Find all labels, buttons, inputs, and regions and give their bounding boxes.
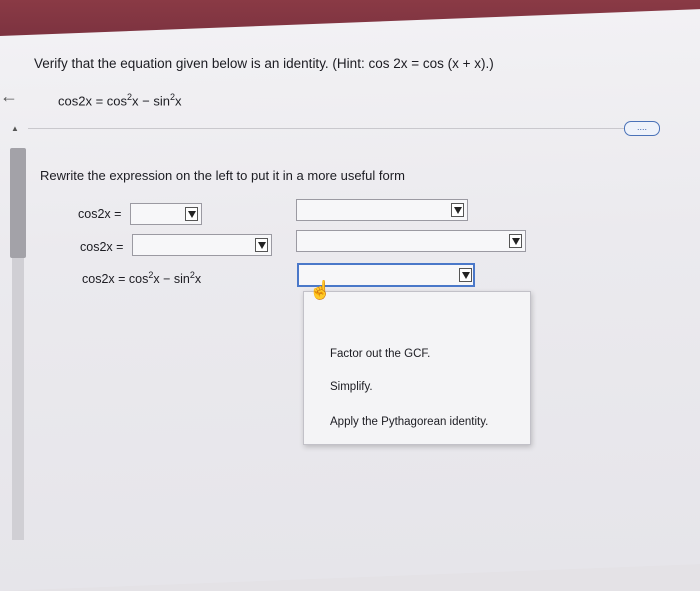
chevron-down-icon[interactable]	[459, 268, 472, 282]
chevron-down-icon[interactable]	[451, 203, 464, 217]
hand-cursor-icon: ☝	[309, 280, 332, 300]
scrollbar-thumb[interactable]	[10, 148, 26, 258]
eq-term1: cos	[106, 93, 128, 109]
eq-term2-var: x	[175, 93, 182, 109]
eq-minus: −	[138, 93, 154, 109]
row2-expression-dropdown[interactable]	[132, 234, 272, 256]
eq-sign: =	[91, 93, 107, 109]
row2-label: cos2x =	[80, 240, 124, 254]
chevron-down-icon[interactable]	[509, 234, 522, 248]
row1-label: cos2x =	[78, 207, 122, 221]
option-simplify[interactable]: Simplify.	[330, 381, 373, 393]
given-equation: cos2x = cos2x − sin2x	[58, 92, 182, 108]
row1-reason-dropdown[interactable]	[296, 199, 468, 221]
dropdown-menu: Factor out the GCF. Simplify. Apply the …	[303, 291, 531, 445]
row2-reason-dropdown[interactable]	[296, 230, 526, 252]
scroll-track[interactable]	[12, 250, 24, 540]
eq-lhs: cos2x	[58, 93, 92, 109]
row3-term2-var: x	[194, 272, 202, 287]
chevron-down-icon[interactable]	[255, 238, 268, 252]
row3-term1: cos	[128, 272, 149, 287]
scroll-up-icon[interactable]: ▲	[11, 124, 19, 133]
row1-expression-dropdown[interactable]	[130, 203, 202, 225]
section-divider	[28, 128, 628, 129]
row3-equation: cos2x = cos2x − sin2x	[82, 270, 201, 286]
option-pythagorean[interactable]: Apply the Pythagorean identity.	[330, 416, 488, 428]
row3-term2: sin	[173, 272, 190, 287]
row3-lhs: cos2x =	[82, 272, 129, 287]
row3-minus: −	[159, 272, 174, 287]
eq-term2: sin	[153, 93, 170, 109]
back-arrow-icon[interactable]: ←	[0, 86, 18, 107]
rewrite-instruction: Rewrite the expression on the left to pu…	[40, 168, 405, 183]
option-factor-gcf[interactable]: Factor out the GCF.	[330, 348, 430, 360]
problem-prompt: Verify that the equation given below is …	[34, 56, 494, 71]
chevron-down-icon[interactable]	[185, 207, 198, 221]
more-button[interactable]: ....	[624, 121, 660, 136]
